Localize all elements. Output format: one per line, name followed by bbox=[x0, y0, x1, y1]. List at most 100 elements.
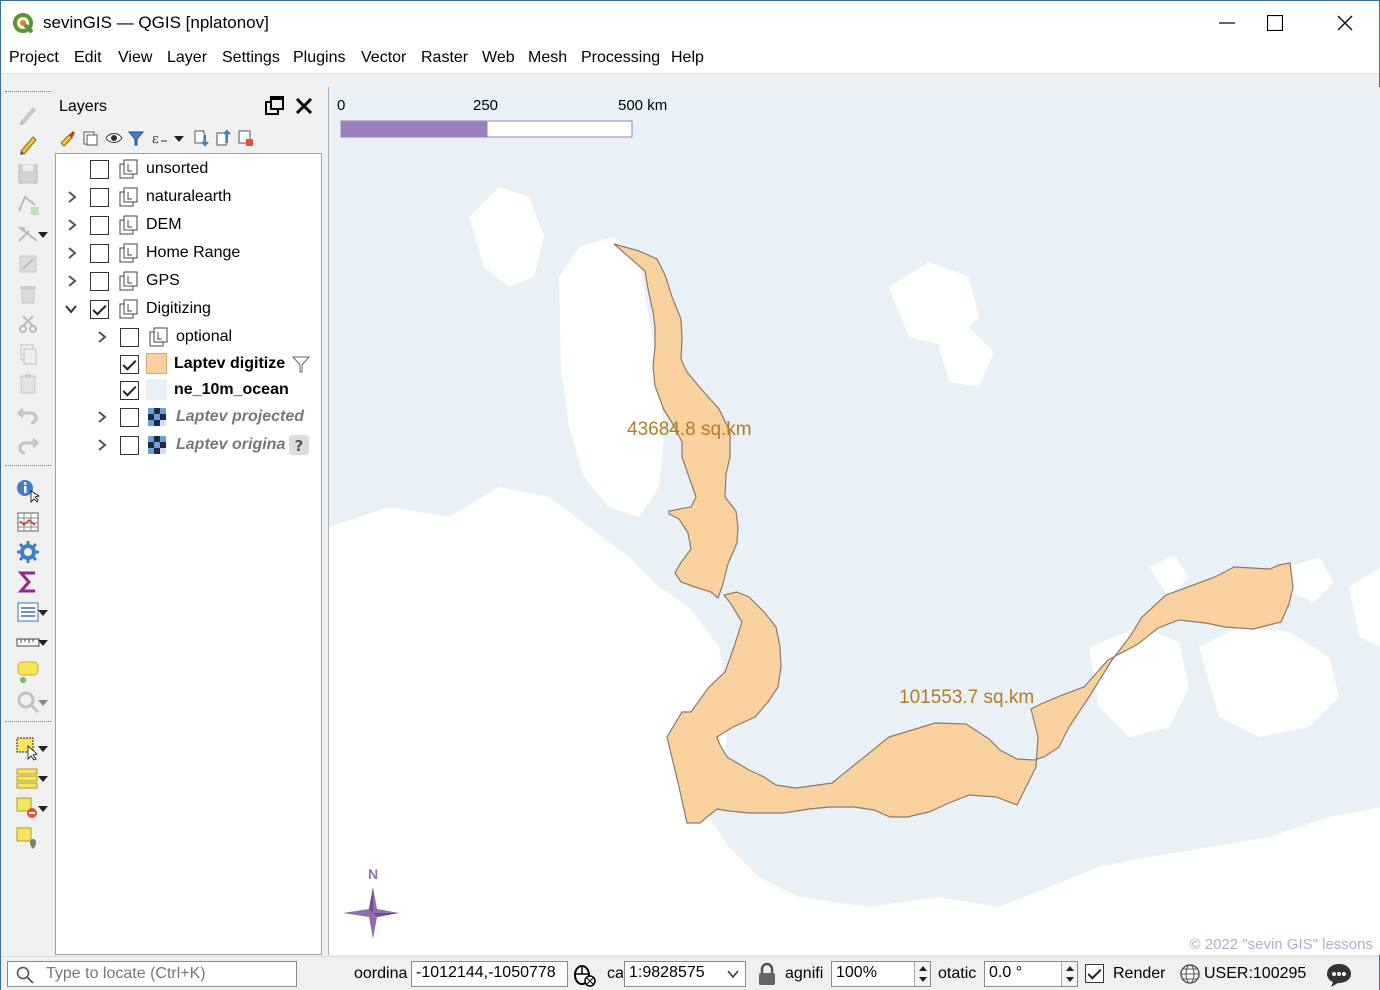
processing-toolbox-icon[interactable] bbox=[15, 539, 41, 565]
close-panel-icon[interactable] bbox=[295, 97, 313, 115]
layer-checkbox[interactable] bbox=[90, 244, 109, 263]
render-checkbox[interactable] bbox=[1085, 964, 1104, 983]
manage-visibility-icon[interactable] bbox=[105, 129, 123, 147]
expand-all-icon[interactable] bbox=[193, 129, 211, 147]
chevron-down-icon[interactable] bbox=[37, 229, 49, 241]
rotation-spinbox[interactable]: 0.0 ° bbox=[984, 961, 1078, 987]
layer-row-laptev-projected[interactable]: Laptev projected bbox=[56, 403, 321, 431]
layer-row-gps[interactable]: GPS bbox=[56, 267, 321, 295]
layer-checkbox[interactable] bbox=[90, 188, 109, 207]
chevron-down-icon[interactable] bbox=[37, 773, 49, 785]
layer-checkbox[interactable] bbox=[90, 216, 109, 235]
layer-row-laptev-digitize[interactable]: Laptev digitize bbox=[56, 350, 321, 378]
layer-checkbox[interactable] bbox=[120, 328, 139, 347]
menu-layer[interactable]: Layer bbox=[167, 49, 207, 67]
layer-row-digitizing[interactable]: Digitizing bbox=[56, 295, 321, 323]
undo-icon[interactable] bbox=[15, 401, 41, 427]
close-button[interactable] bbox=[1315, 1, 1375, 45]
chevron-down-icon[interactable] bbox=[37, 637, 49, 649]
layer-checkbox[interactable] bbox=[90, 272, 109, 291]
expand-arrow-icon[interactable] bbox=[66, 190, 78, 204]
maximize-button[interactable] bbox=[1245, 1, 1305, 45]
layer-checkbox[interactable] bbox=[120, 436, 139, 455]
map-canvas[interactable]: 0 250 500 km 43684.8 sq.km 101553.7 sq.k… bbox=[328, 87, 1380, 955]
spin-arrows-icon[interactable] bbox=[914, 962, 930, 986]
select-location-icon[interactable] bbox=[15, 825, 41, 851]
menu-plugins[interactable]: Plugins bbox=[293, 49, 345, 67]
filter-expression-icon[interactable]: ε bbox=[151, 129, 169, 147]
layer-row-optional[interactable]: optional bbox=[56, 323, 321, 351]
menu-raster[interactable]: Raster bbox=[421, 49, 468, 67]
layer-checkbox[interactable] bbox=[120, 408, 139, 427]
map-tips-icon[interactable] bbox=[15, 659, 41, 685]
undock-icon[interactable] bbox=[265, 96, 285, 116]
add-group-icon[interactable] bbox=[81, 129, 99, 147]
expand-arrow-icon[interactable] bbox=[96, 410, 108, 424]
filter-icon[interactable] bbox=[290, 353, 312, 375]
menu-edit[interactable]: Edit bbox=[74, 49, 102, 67]
layer-checkbox[interactable] bbox=[90, 300, 109, 319]
expand-arrow-icon[interactable] bbox=[66, 218, 78, 232]
layer-row-home-range[interactable]: Home Range bbox=[56, 239, 321, 267]
menu-mesh[interactable]: Mesh bbox=[528, 49, 567, 67]
chevron-down-icon[interactable] bbox=[173, 129, 185, 147]
chevron-down-icon[interactable] bbox=[37, 607, 49, 619]
scale-select[interactable]: 1:9828575 bbox=[624, 961, 746, 987]
crs-label[interactable]: USER:100295 bbox=[1204, 965, 1306, 983]
menu-vector[interactable]: Vector bbox=[361, 49, 406, 67]
copy-features-icon[interactable] bbox=[15, 341, 41, 367]
menu-processing[interactable]: Processing bbox=[581, 49, 660, 67]
coordinate-field[interactable]: -1012144,-1050778 bbox=[411, 961, 568, 987]
delete-selected-icon[interactable] bbox=[15, 281, 41, 307]
redo-icon[interactable] bbox=[15, 431, 41, 457]
digitize-vertex-icon[interactable] bbox=[15, 191, 41, 217]
save-edits-icon[interactable] bbox=[15, 161, 41, 187]
toolbar-grip[interactable] bbox=[5, 91, 51, 93]
modify-attributes-icon[interactable] bbox=[15, 251, 41, 277]
locator-search-field[interactable]: Type to locate (Ctrl+K) bbox=[7, 961, 297, 987]
layer-checkbox[interactable] bbox=[120, 381, 139, 400]
toolbar-grip[interactable] bbox=[5, 465, 51, 467]
toolbar-grip[interactable] bbox=[5, 721, 51, 723]
expand-arrow-icon[interactable] bbox=[96, 330, 108, 344]
globe-crs-icon[interactable] bbox=[1179, 963, 1201, 985]
menu-help[interactable]: Help bbox=[671, 49, 704, 67]
layer-group-icon bbox=[119, 299, 138, 319]
paste-features-icon[interactable] bbox=[15, 371, 41, 397]
mouse-extents-toggle-icon[interactable] bbox=[571, 962, 597, 988]
layer-row-ne-10m-ocean[interactable]: ne_10m_ocean bbox=[56, 376, 321, 404]
chevron-down-icon[interactable] bbox=[37, 743, 49, 755]
menu-project[interactable]: Project bbox=[9, 49, 59, 67]
menu-web[interactable]: Web bbox=[482, 49, 515, 67]
statistics-sigma-icon[interactable] bbox=[15, 569, 41, 595]
expand-arrow-icon[interactable] bbox=[96, 438, 108, 452]
cut-features-icon[interactable] bbox=[15, 311, 41, 337]
layer-checkbox[interactable] bbox=[90, 160, 109, 179]
layer-row-naturalearth[interactable]: naturalearth bbox=[56, 183, 321, 211]
chevron-down-icon[interactable] bbox=[37, 697, 49, 709]
attribute-table-icon[interactable] bbox=[15, 509, 41, 535]
magnifier-spinbox[interactable]: 100% bbox=[831, 961, 931, 987]
expand-arrow-icon[interactable] bbox=[66, 274, 78, 288]
layer-row-unsorted[interactable]: unsorted bbox=[56, 155, 321, 183]
menu-settings[interactable]: Settings bbox=[222, 49, 280, 67]
polygon-symbol-icon bbox=[146, 353, 167, 374]
layer-row-dem[interactable]: DEM bbox=[56, 211, 321, 239]
chevron-down-icon[interactable] bbox=[37, 803, 49, 815]
layer-checkbox[interactable] bbox=[120, 355, 139, 374]
menu-view[interactable]: View bbox=[118, 49, 152, 67]
expand-arrow-icon[interactable] bbox=[66, 246, 78, 260]
collapse-arrow-icon[interactable] bbox=[64, 302, 78, 316]
collapse-all-icon[interactable] bbox=[215, 129, 233, 147]
help-icon[interactable]: ? bbox=[288, 434, 310, 456]
lock-scale-icon[interactable] bbox=[756, 962, 778, 986]
toggle-editing-icon[interactable] bbox=[15, 131, 41, 157]
filter-legend-icon[interactable] bbox=[127, 129, 145, 147]
messages-icon[interactable] bbox=[1325, 962, 1353, 988]
current-edits-icon[interactable] bbox=[15, 101, 41, 127]
remove-layer-icon[interactable] bbox=[237, 129, 255, 147]
spin-arrows-icon[interactable] bbox=[1061, 962, 1077, 986]
style-manager-icon[interactable] bbox=[59, 129, 77, 147]
layer-row-laptev-original[interactable]: Laptev origina ? bbox=[56, 431, 321, 459]
identify-icon[interactable] bbox=[15, 477, 41, 503]
